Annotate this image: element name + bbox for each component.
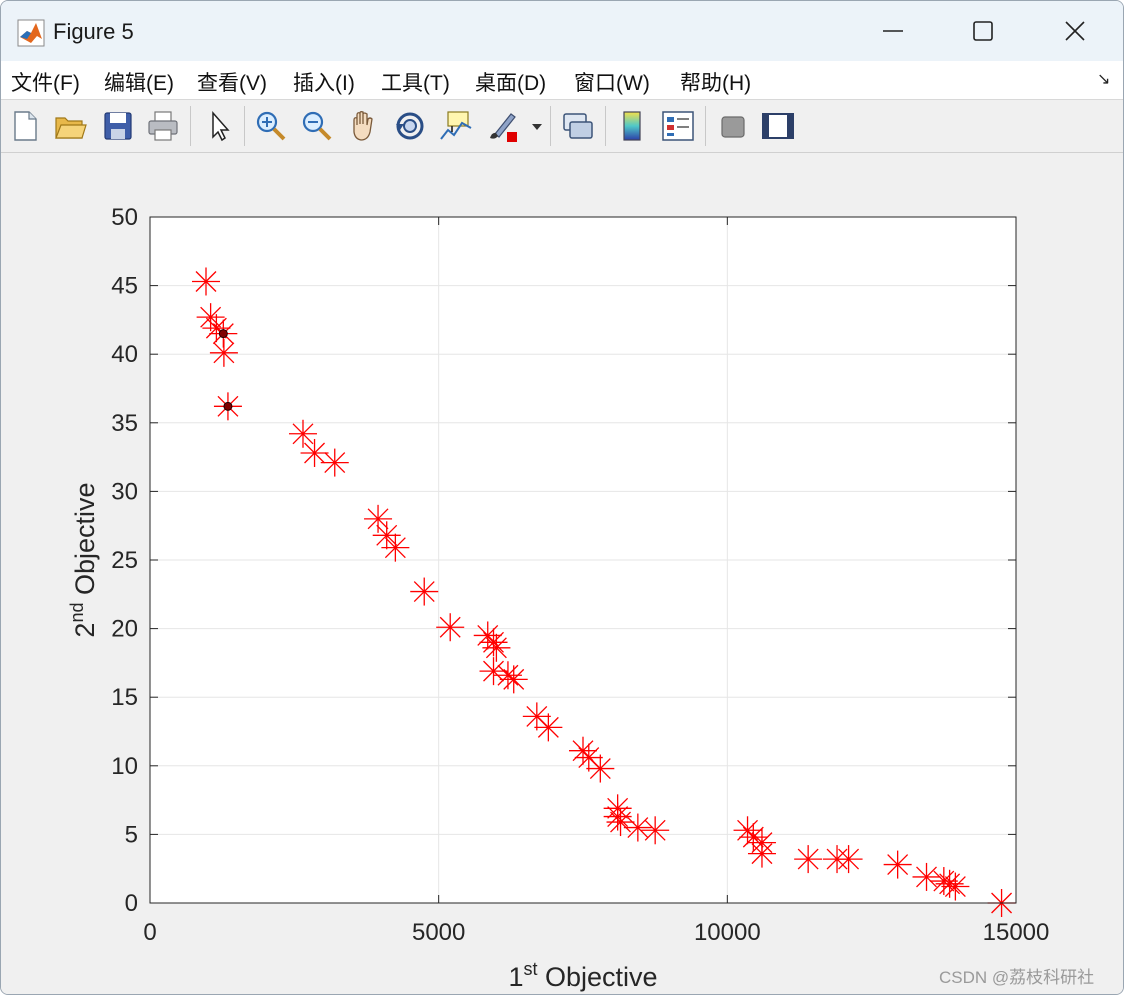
y-tick-label: 30	[111, 478, 138, 505]
data-point-marker	[381, 533, 410, 562]
y-tick-label: 45	[111, 273, 138, 300]
brush-icon[interactable]	[485, 108, 521, 144]
x-tick-label: 5000	[412, 919, 465, 946]
data-point-marker	[941, 872, 970, 901]
figure-window: Figure 5 文件(F) 编辑(E) 查看(V) 插入(I) 工具(T) 桌…	[0, 0, 1124, 995]
watermark: CSDN @荔枝科研社	[939, 968, 1095, 987]
toolbar-separator	[550, 106, 551, 146]
menu-window[interactable]: 窗口(W)	[574, 67, 650, 97]
zoom-out-icon[interactable]	[299, 108, 335, 144]
menu-desktop[interactable]: 桌面(D)	[475, 67, 546, 97]
link-plot-icon[interactable]	[560, 108, 596, 144]
toolbar-separator	[605, 106, 606, 146]
rotate-3d-icon[interactable]	[392, 108, 428, 144]
y-tick-label: 15	[111, 684, 138, 711]
pan-hand-icon[interactable]	[346, 108, 382, 144]
highlighted-point	[218, 329, 228, 339]
menu-file[interactable]: 文件(F)	[11, 67, 80, 97]
data-point-marker	[733, 816, 762, 845]
y-tick-label: 10	[111, 753, 138, 780]
menu-view[interactable]: 查看(V)	[197, 67, 267, 97]
y-tick-label: 25	[111, 547, 138, 574]
save-icon[interactable]	[100, 108, 136, 144]
menu-tools[interactable]: 工具(T)	[381, 67, 450, 97]
toolbar-separator	[705, 106, 706, 146]
y-tick-label: 0	[125, 890, 138, 917]
data-point-marker	[364, 504, 393, 533]
x-tick-label: 15000	[983, 919, 1050, 946]
data-point-marker	[912, 862, 941, 891]
data-point-marker	[747, 839, 776, 868]
data-point-marker	[935, 869, 964, 898]
data-point-marker	[320, 448, 349, 477]
data-point-marker	[473, 621, 502, 650]
data-point-marker	[739, 823, 768, 852]
data-point-marker	[606, 808, 635, 837]
toolbar-separator	[190, 106, 191, 146]
menu-bar: 文件(F) 编辑(E) 查看(V) 插入(I) 工具(T) 桌面(D) 窗口(W…	[1, 61, 1123, 100]
data-point-marker	[479, 628, 508, 657]
y-tick-label: 40	[111, 341, 138, 368]
x-tick-label: 0	[143, 919, 156, 946]
undock-icon[interactable]: ↘	[1097, 69, 1110, 89]
data-point-marker	[641, 816, 670, 845]
data-point-marker	[534, 713, 563, 742]
open-file-icon[interactable]	[52, 108, 88, 144]
data-point-marker	[929, 867, 958, 896]
data-point-marker	[794, 845, 823, 874]
data-point-marker	[202, 314, 231, 343]
y-tick-label: 35	[111, 410, 138, 437]
data-point-marker	[499, 665, 528, 694]
window-title: Figure 5	[53, 19, 134, 44]
highlighted-point	[223, 401, 233, 411]
title-bar[interactable]: Figure 5	[1, 1, 1123, 61]
brush-dropdown-icon[interactable]	[529, 108, 545, 144]
toolbar-separator	[244, 106, 245, 146]
menu-insert[interactable]: 插入(I)	[293, 67, 355, 97]
show-plot-tools-icon[interactable]	[760, 108, 796, 144]
scatter-plot[interactable]: 0 5000 10000 15000 0 5 10 15 20 25 30 35 40 45 50 1st …	[1, 153, 1123, 994]
hide-plot-tools-icon[interactable]	[715, 108, 751, 144]
y-tick-label: 5	[125, 821, 138, 848]
data-point-marker	[209, 338, 238, 367]
data-point-marker	[883, 850, 912, 879]
data-point-marker	[834, 845, 863, 874]
x-tick-label: 10000	[694, 919, 761, 946]
select-arrow-icon[interactable]	[202, 108, 238, 144]
toolbar	[1, 100, 1123, 153]
data-point-marker	[482, 633, 511, 662]
data-point-marker	[603, 802, 632, 831]
menu-help[interactable]: 帮助(H)	[680, 67, 751, 97]
y-tick-label: 50	[111, 204, 138, 231]
legend-icon[interactable]	[660, 108, 696, 144]
close-button[interactable]	[1045, 9, 1105, 53]
minimize-button[interactable]	[863, 9, 923, 53]
figure-canvas: 0 5000 10000 15000 0 5 10 15 20 25 30 35 40 45 50 1st …	[1, 153, 1123, 994]
x-axis-label: 1st Objective	[508, 959, 657, 992]
data-point-marker	[410, 577, 439, 606]
data-point-marker	[372, 521, 401, 550]
data-point-marker	[192, 267, 221, 296]
data-point-marker	[196, 303, 225, 332]
data-point-marker	[436, 613, 465, 642]
maximize-button[interactable]	[953, 9, 1013, 53]
new-figure-icon[interactable]	[7, 108, 43, 144]
matlab-logo-icon	[17, 19, 45, 47]
y-axis-label: 2nd Objective	[67, 482, 100, 637]
data-point-marker	[288, 419, 317, 448]
data-point-marker	[586, 754, 615, 783]
zoom-in-icon[interactable]	[253, 108, 289, 144]
print-icon[interactable]	[145, 108, 181, 144]
data-cursor-icon[interactable]	[438, 108, 474, 144]
menu-edit[interactable]: 编辑(E)	[104, 67, 174, 97]
y-tick-label: 20	[111, 616, 138, 643]
colorbar-icon[interactable]	[615, 108, 651, 144]
